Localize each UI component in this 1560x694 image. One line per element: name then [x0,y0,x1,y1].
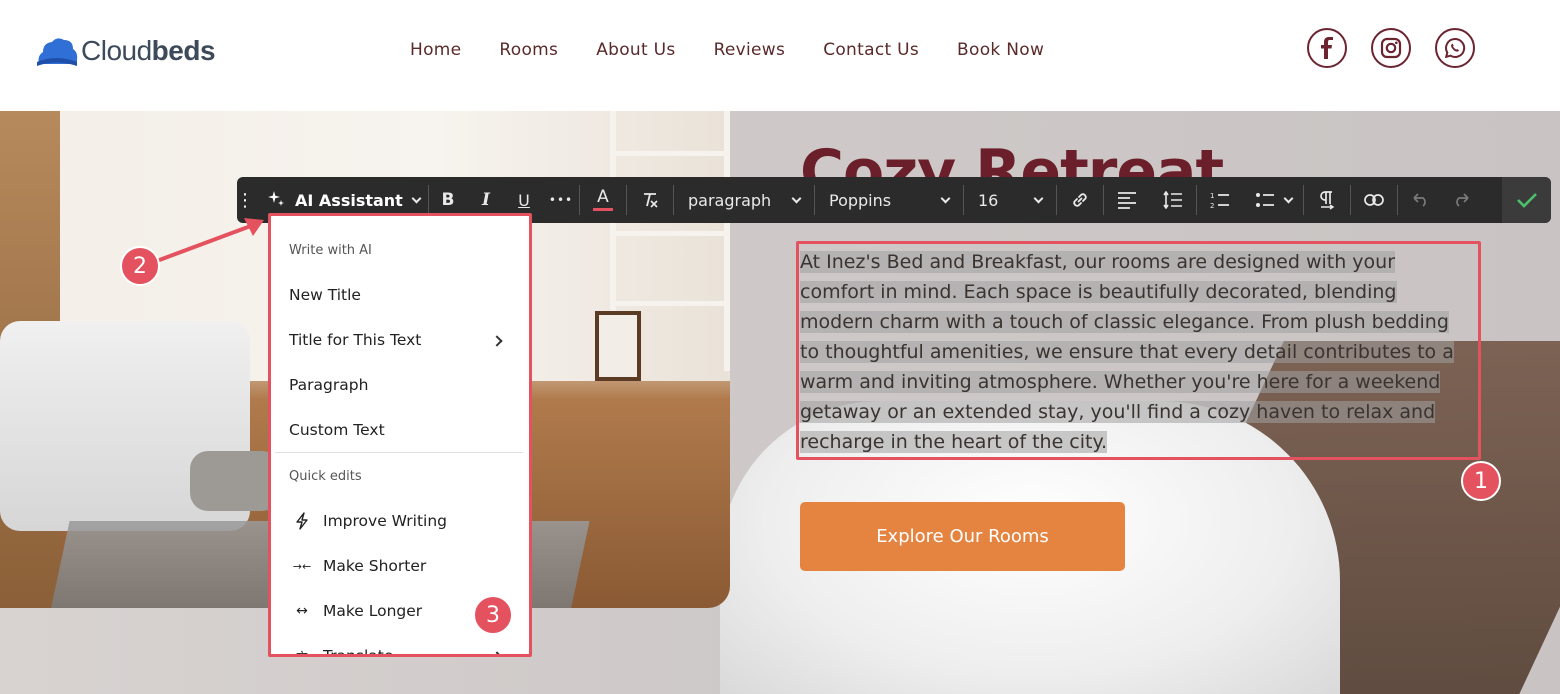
room-mirror [595,311,641,381]
undo-icon[interactable] [1398,177,1442,223]
callout-badge-2: 2 [120,246,160,286]
svg-text:2: 2 [1210,202,1214,209]
nav-book-now[interactable]: Book Now [957,40,1044,60]
menu-item-custom-text[interactable]: Custom Text [289,421,385,439]
numbered-list-icon[interactable]: 12 [1197,177,1243,223]
line-height-icon[interactable] [1150,177,1196,223]
whatsapp-icon[interactable] [1435,28,1475,68]
block-type-value: paragraph [688,190,772,210]
align-left-icon[interactable] [1104,177,1150,223]
nav-about-us[interactable]: About Us [596,40,675,60]
clear-formatting-icon[interactable] [627,177,673,223]
write-with-ai-heading: Write with AI [289,243,372,258]
nav-home[interactable]: Home [410,40,461,60]
chevron-down-icon [940,193,951,203]
ai-assistant-menu: Write with AI New Title Title for This T… [268,213,532,657]
redo-icon[interactable] [1442,177,1482,223]
confirm-check-button[interactable] [1502,177,1551,223]
facebook-icon[interactable] [1307,28,1347,68]
nav-rooms[interactable]: Rooms [499,40,558,60]
chevron-down-icon [1283,193,1293,203]
menu-item-translate[interactable]: 文 Translate [289,647,511,657]
paragraph-direction-icon[interactable] [1304,177,1350,223]
font-family-value: Poppins [829,190,892,210]
cloudbeds-logo[interactable]: Cloudbeds [33,34,216,68]
link-icon[interactable] [1057,177,1103,223]
room-chair [190,451,280,511]
translate-icon: 文 [295,649,308,657]
instagram-icon[interactable] [1371,28,1411,68]
font-family-dropdown[interactable]: Poppins [815,177,963,223]
menu-item-paragraph[interactable]: Paragraph [289,376,368,394]
site-header: Cloudbeds Home Rooms About Us Reviews Co… [0,0,1560,111]
chevron-down-icon [1033,193,1044,203]
check-icon [1516,193,1537,208]
chevron-down-icon [791,193,802,203]
callout-badge-3: 3 [473,595,513,635]
explore-rooms-button[interactable]: Explore Our Rooms [800,502,1125,571]
sparkle-icon [267,189,285,211]
menu-item-title-for-this-text[interactable]: Title for This Text [289,331,511,349]
logo-wordmark: Cloudbeds [81,35,216,66]
font-size-dropdown[interactable]: 16 [964,177,1056,223]
cloud-bed-logo-icon [33,34,79,68]
chevron-down-icon [411,193,422,203]
nav-reviews[interactable]: Reviews [714,40,786,60]
menu-item-improve-writing[interactable]: Improve Writing [289,512,447,530]
paragraph-highlight-box [796,241,1481,460]
callout-arrow [153,218,264,264]
menu-item-new-title[interactable]: New Title [289,286,361,304]
text-color-icon: A [597,187,609,207]
ai-assistant-label: AI Assistant [295,190,403,210]
text-color-swatch [593,208,613,211]
font-size-value: 16 [978,190,999,210]
compress-arrows-icon: →← [292,559,312,573]
block-type-dropdown[interactable]: paragraph [674,177,814,223]
more-formatting-button[interactable]: ••• [543,177,579,223]
text-color-button[interactable]: A [580,177,626,223]
menu-divider [275,452,523,453]
menu-item-make-longer[interactable]: ↔ Make Longer [289,602,422,620]
lightning-icon [289,512,315,530]
bullet-list-dropdown[interactable] [1243,177,1303,223]
expand-arrows-icon: ↔ [296,603,308,619]
quick-edits-heading: Quick edits [289,469,362,484]
menu-item-make-shorter[interactable]: →← Make Shorter [289,557,426,575]
main-nav: Home Rooms About Us Reviews Contact Us B… [410,40,1082,60]
svg-text:1: 1 [1210,192,1214,200]
callout-badge-1: 1 [1461,461,1501,501]
unlink-icon[interactable] [1351,177,1397,223]
nav-contact-us[interactable]: Contact Us [823,40,919,60]
